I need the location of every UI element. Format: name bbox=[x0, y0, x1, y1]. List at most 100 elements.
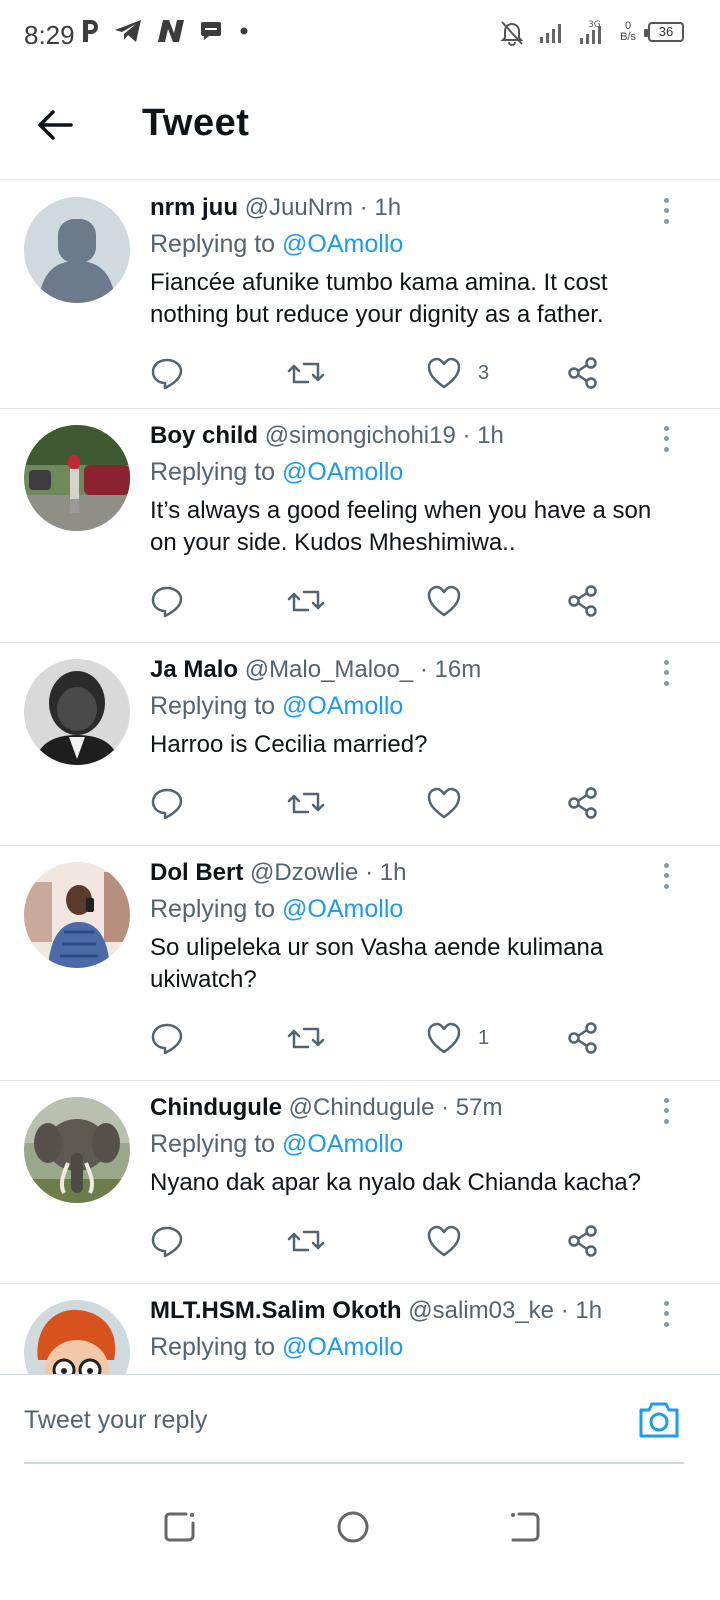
retweet-button[interactable] bbox=[286, 783, 326, 823]
dot-icon bbox=[240, 27, 248, 35]
mention-link[interactable]: @OAmollo bbox=[282, 692, 403, 720]
camera-button[interactable] bbox=[634, 1395, 684, 1445]
share-button[interactable] bbox=[566, 783, 600, 823]
system-nav-bar bbox=[0, 1480, 720, 1600]
author-handle[interactable]: @salim03_ke bbox=[408, 1297, 554, 1324]
tweet-meta: Boy child @simongichohi19 · 1h bbox=[150, 421, 660, 451]
retweet-button[interactable] bbox=[286, 1221, 326, 1261]
avatar[interactable] bbox=[24, 425, 130, 531]
author-name[interactable]: nrm juu bbox=[150, 194, 238, 221]
reply-tweet[interactable]: Dol Bert @Dzowlie · 1h Replying to @OAmo… bbox=[0, 846, 720, 1081]
reply-tweet[interactable]: Chindugule @Chindugule · 57m Replying to… bbox=[0, 1081, 720, 1284]
notification-icons bbox=[80, 18, 252, 44]
separator-dot: · bbox=[365, 859, 374, 886]
mention-link[interactable]: @OAmollo bbox=[282, 458, 403, 486]
replying-to: Replying to @OAmollo bbox=[150, 455, 660, 489]
avatar[interactable] bbox=[24, 659, 130, 765]
reply-input[interactable] bbox=[24, 1393, 624, 1447]
tweet-body: Boy child @simongichohi19 · 1h Replying … bbox=[150, 409, 720, 559]
mention-link[interactable]: @OAmollo bbox=[282, 230, 403, 258]
replying-to: Replying to @OAmollo bbox=[150, 1127, 660, 1161]
tweet-time: 57m bbox=[455, 1094, 503, 1121]
tweet-body: Ja Malo @Malo_Maloo_ · 16m Replying to @… bbox=[150, 643, 720, 761]
replying-prefix: Replying to bbox=[150, 458, 276, 486]
author-handle[interactable]: @Dzowlie bbox=[250, 859, 358, 886]
reply-button[interactable] bbox=[150, 783, 184, 823]
tweet-text: Nyano dak apar ka nyalo dak Chianda kach… bbox=[150, 1169, 641, 1196]
tweet-time: 16m bbox=[434, 656, 482, 683]
recent-apps-button[interactable] bbox=[155, 1502, 205, 1552]
share-button[interactable] bbox=[566, 1018, 600, 1058]
reply-button[interactable] bbox=[150, 581, 184, 621]
author-handle[interactable]: @Chindugule bbox=[289, 1094, 435, 1121]
more-options-button[interactable] bbox=[652, 1298, 680, 1330]
author-handle[interactable]: @Malo_Maloo_ bbox=[245, 656, 413, 683]
replying-to: Replying to @OAmollo bbox=[150, 227, 660, 261]
reply-button[interactable] bbox=[150, 1221, 184, 1261]
reply-tweet[interactable]: Ja Malo @Malo_Maloo_ · 16m Replying to @… bbox=[0, 643, 720, 846]
reply-button[interactable] bbox=[150, 1018, 184, 1058]
more-options-button[interactable] bbox=[652, 423, 680, 455]
avatar[interactable] bbox=[24, 197, 130, 303]
reply-tweet[interactable]: nrm juu @JuuNrm · 1h Replying to @OAmoll… bbox=[0, 181, 720, 409]
action-bar bbox=[0, 567, 720, 647]
home-button[interactable] bbox=[328, 1502, 378, 1552]
avatar[interactable] bbox=[24, 862, 130, 968]
retweet-button[interactable] bbox=[286, 353, 326, 393]
back-nav-button[interactable] bbox=[500, 1502, 550, 1552]
like-count: 3 bbox=[478, 361, 490, 384]
message-icon bbox=[201, 22, 221, 40]
reply-icon bbox=[151, 586, 183, 618]
separator-dot: · bbox=[419, 656, 428, 683]
portrait-photo-avatar bbox=[24, 659, 130, 765]
signal-3g-icon: 3G bbox=[580, 20, 602, 44]
more-options-button[interactable] bbox=[652, 657, 680, 689]
mention-link[interactable]: @OAmollo bbox=[282, 895, 403, 923]
share-button[interactable] bbox=[566, 581, 600, 621]
retweet-button[interactable] bbox=[286, 581, 326, 621]
author-name[interactable]: MLT.HSM.Salim Okoth bbox=[150, 1297, 402, 1324]
reply-button[interactable] bbox=[150, 353, 184, 393]
author-handle[interactable]: @simongichohi19 bbox=[265, 422, 456, 449]
like-button[interactable]: 1 bbox=[426, 1018, 489, 1058]
reply-underline bbox=[24, 1462, 684, 1464]
reply-icon bbox=[151, 788, 183, 820]
like-button[interactable] bbox=[426, 1221, 478, 1261]
separator-dot: · bbox=[560, 1297, 569, 1324]
tweet-meta: nrm juu @JuuNrm · 1h bbox=[150, 193, 660, 223]
reply-tweet[interactable]: MLT.HSM.Salim Okoth @salim03_ke · 1h Rep… bbox=[0, 1284, 720, 1374]
status-time: 8:29 bbox=[24, 20, 75, 50]
tweet-body: MLT.HSM.Salim Okoth @salim03_ke · 1h Rep… bbox=[150, 1284, 720, 1364]
heart-icon bbox=[427, 357, 461, 389]
separator-dot: · bbox=[359, 194, 368, 221]
tweet-time: 1h bbox=[374, 194, 402, 221]
more-options-button[interactable] bbox=[652, 195, 680, 227]
heart-icon bbox=[427, 1022, 461, 1054]
avatar[interactable] bbox=[24, 1300, 130, 1374]
author-name[interactable]: Chindugule bbox=[150, 1094, 282, 1121]
action-bar bbox=[0, 1207, 720, 1287]
like-button[interactable] bbox=[426, 783, 478, 823]
author-handle[interactable]: @JuuNrm bbox=[245, 194, 353, 221]
replying-to: Replying to @OAmollo bbox=[150, 1330, 660, 1364]
back-button[interactable] bbox=[30, 100, 80, 150]
n-app-icon bbox=[158, 20, 184, 42]
replying-prefix: Replying to bbox=[150, 895, 276, 923]
more-options-button[interactable] bbox=[652, 860, 680, 892]
mention-link[interactable]: @OAmollo bbox=[282, 1333, 403, 1361]
more-options-button[interactable] bbox=[652, 1095, 680, 1127]
share-button[interactable] bbox=[566, 1221, 600, 1261]
like-button[interactable] bbox=[426, 581, 478, 621]
like-button[interactable]: 3 bbox=[426, 353, 489, 393]
avatar[interactable] bbox=[24, 1097, 130, 1203]
author-name[interactable]: Boy child bbox=[150, 422, 258, 449]
share-button[interactable] bbox=[566, 353, 600, 393]
default-profile-icon bbox=[24, 197, 130, 303]
cartoon-avatar bbox=[24, 1300, 130, 1374]
author-name[interactable]: Dol Bert bbox=[150, 859, 243, 886]
retweet-button[interactable] bbox=[286, 1018, 326, 1058]
mention-link[interactable]: @OAmollo bbox=[282, 1130, 403, 1158]
reply-tweet[interactable]: Boy child @simongichohi19 · 1h Replying … bbox=[0, 409, 720, 643]
reply-feed[interactable]: nrm juu @JuuNrm · 1h Replying to @OAmoll… bbox=[0, 181, 720, 1374]
author-name[interactable]: Ja Malo bbox=[150, 656, 238, 683]
